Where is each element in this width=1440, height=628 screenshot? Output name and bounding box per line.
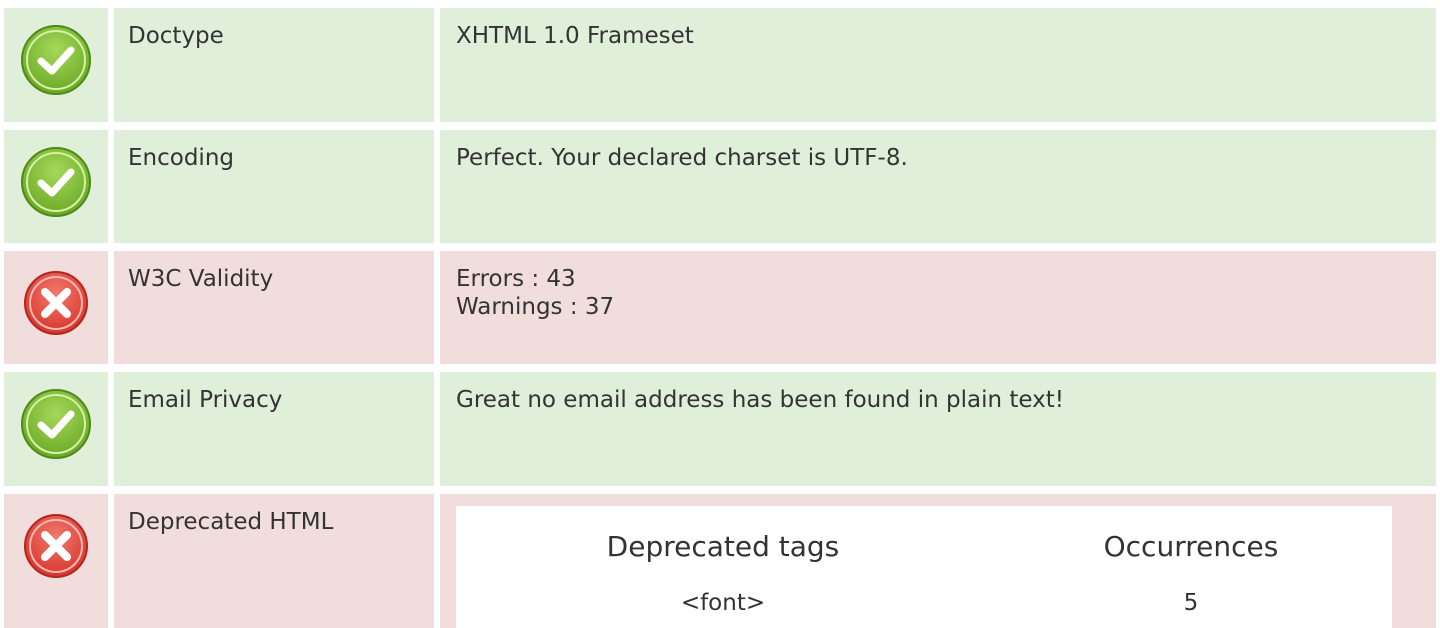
column-header-tags: Deprecated tags [606,530,840,563]
check-label: Doctype [114,8,434,122]
check-circle-icon [21,25,91,95]
seo-report-table: Doctype XHTML 1.0 Frameset Encoding Perf… [0,0,1440,628]
errors-count: Errors : 43 [456,266,576,292]
report-row-doctype: Doctype XHTML 1.0 Frameset [4,8,1436,122]
check-label: W3C Validity [114,251,434,364]
column-header-occurrences: Occurrences [1103,530,1279,563]
report-row-email-privacy: Email Privacy Great no email address has… [4,372,1436,486]
check-value: Errors : 43 Warnings : 37 [440,251,1436,364]
check-value: XHTML 1.0 Frameset [440,8,1436,122]
x-circle-icon [24,271,88,335]
check-value: Perfect. Your declared charset is UTF-8. [440,130,1436,243]
deprecated-tag-name: <font> [680,590,766,616]
report-row-w3c-validity: W3C Validity Errors : 43 Warnings : 37 [4,251,1436,364]
table-row: <font> 5 [456,581,1392,628]
check-label: Deprecated HTML [114,494,434,628]
status-cell [4,372,108,486]
deprecated-tag-count: 5 [1183,590,1199,616]
status-cell [4,8,108,122]
status-cell [4,130,108,243]
check-circle-icon [21,389,91,459]
deprecated-tags-table: Deprecated tags Occurrences <font> 5 [456,506,1392,628]
report-row-deprecated-html: Deprecated HTML Deprecated tags Occurren… [4,494,1436,628]
status-cell [4,494,108,628]
check-value: Deprecated tags Occurrences <font> 5 [440,494,1436,628]
check-circle-icon [21,147,91,217]
check-value: Great no email address has been found in… [440,372,1436,486]
status-cell [4,251,108,364]
x-circle-icon [24,514,88,578]
check-label: Encoding [114,130,434,243]
table-header-row: Deprecated tags Occurrences [456,506,1392,581]
warnings-count: Warnings : 37 [456,294,615,320]
check-label: Email Privacy [114,372,434,486]
report-row-encoding: Encoding Perfect. Your declared charset … [4,130,1436,243]
